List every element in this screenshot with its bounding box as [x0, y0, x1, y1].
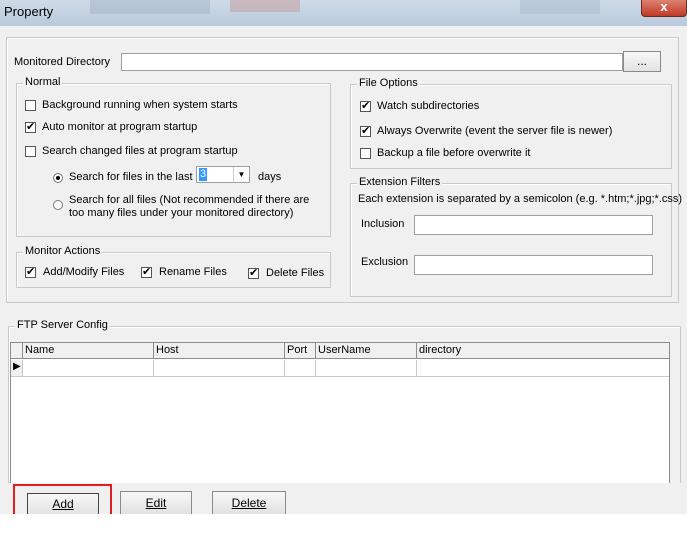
- background-blur: [520, 0, 600, 14]
- monitored-directory-input[interactable]: [121, 53, 623, 71]
- table-cell[interactable]: [23, 360, 154, 377]
- delete-files-checkbox[interactable]: [248, 266, 259, 279]
- close-icon: x: [660, 0, 668, 14]
- delete-button[interactable]: Delete: [212, 491, 286, 515]
- ftp-server-legend: FTP Server Config: [15, 319, 110, 331]
- search-all-radio[interactable]: [53, 200, 63, 210]
- extension-description: Each extension is separated by a semicol…: [358, 193, 683, 205]
- edit-button-label: Edit: [145, 496, 167, 510]
- inclusion-input[interactable]: [414, 215, 653, 235]
- add-modify-checkbox[interactable]: [25, 265, 36, 278]
- delete-files-label: Delete Files: [266, 267, 325, 279]
- table-cell[interactable]: [154, 360, 285, 377]
- chevron-down-icon[interactable]: ▼: [233, 167, 249, 182]
- days-unit-label: days: [258, 171, 282, 183]
- auto-monitor-label: Auto monitor at program startup: [42, 121, 198, 133]
- row-indicator[interactable]: ▶: [11, 360, 23, 377]
- table-cell[interactable]: [417, 360, 669, 377]
- rename-checkbox[interactable]: [141, 265, 152, 278]
- file-options-legend: File Options: [357, 77, 420, 89]
- highlight-box: [13, 484, 112, 518]
- normal-legend: Normal: [23, 76, 63, 88]
- table-cell[interactable]: [316, 360, 417, 377]
- days-select[interactable]: 3 ▼: [196, 166, 250, 183]
- row-header-corner: [11, 343, 23, 359]
- search-all-label-line1: Search for all files (Not recommended if…: [69, 194, 310, 206]
- background-running-checkbox[interactable]: [25, 100, 36, 111]
- rename-label: Rename Files: [159, 266, 227, 278]
- background-blur: [90, 0, 210, 14]
- table-cell[interactable]: [285, 360, 316, 377]
- backup-checkbox[interactable]: [360, 148, 371, 159]
- edit-button[interactable]: Edit: [120, 491, 192, 515]
- monitored-directory-label: Monitored Directory: [14, 56, 110, 68]
- search-changed-label: Search changed files at program startup: [42, 145, 238, 157]
- always-overwrite-label: Always Overwrite (event the server file …: [377, 125, 613, 137]
- search-all-label-line2: too many files under your monitored dire…: [69, 207, 294, 219]
- column-header-port[interactable]: Port: [285, 343, 316, 359]
- background-blur: [230, 0, 300, 12]
- search-last-radio[interactable]: [53, 173, 63, 183]
- monitor-actions-legend: Monitor Actions: [23, 245, 103, 257]
- exclusion-label: Exclusion: [361, 256, 409, 268]
- window-title: Property: [4, 4, 54, 19]
- column-header-username[interactable]: UserName: [316, 343, 417, 359]
- always-overwrite-checkbox[interactable]: [360, 124, 371, 137]
- current-row-arrow-icon: ▶: [13, 361, 21, 372]
- auto-monitor-checkbox[interactable]: [25, 120, 36, 133]
- exclusion-input[interactable]: [414, 255, 653, 275]
- background-running-label: Background running when system starts: [42, 99, 238, 111]
- extension-filters-legend: Extension Filters: [357, 176, 443, 188]
- browse-button[interactable]: ...: [623, 51, 661, 72]
- watch-subdirectories-label: Watch subdirectories: [377, 100, 480, 112]
- search-last-label: Search for files in the last: [69, 171, 193, 183]
- delete-button-label: Delete: [231, 496, 267, 510]
- inclusion-label: Inclusion: [361, 218, 405, 230]
- backup-label: Backup a file before overwrite it: [377, 147, 531, 159]
- days-value: 3: [199, 168, 208, 181]
- watch-subdirectories-checkbox[interactable]: [360, 99, 371, 112]
- search-changed-checkbox[interactable]: [25, 146, 36, 157]
- column-header-name[interactable]: Name: [23, 343, 154, 359]
- ftp-server-grid[interactable]: Name Host Port UserName directory ▶: [10, 342, 670, 484]
- column-header-host[interactable]: Host: [154, 343, 285, 359]
- add-modify-label: Add/Modify Files: [43, 266, 125, 278]
- close-button[interactable]: x: [641, 0, 687, 17]
- title-bar: [0, 0, 687, 26]
- bottom-margin: [0, 514, 687, 534]
- column-header-directory[interactable]: directory: [417, 343, 669, 359]
